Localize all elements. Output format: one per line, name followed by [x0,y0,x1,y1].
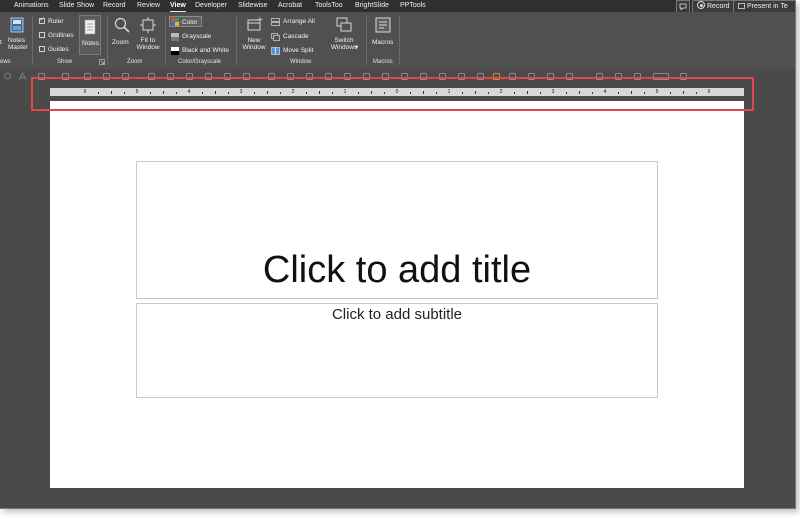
cascade-button[interactable]: Cascade [271,32,316,42]
black-and-white-button[interactable]: Black and White [169,45,232,56]
black-white-label: Black and White [182,47,229,54]
tab-record[interactable]: Record [103,0,126,12]
new-window-label-1: New [247,37,261,44]
move-split-icon [271,47,280,55]
color-group-label: Color/Grayscale [178,59,222,65]
tab-slide-show[interactable]: Slide Show [59,0,94,12]
arrange-all-label: Arrange All [283,18,315,25]
powerpoint-window: Animations Slide Show Record Review View… [0,0,796,509]
group-divider [165,15,166,65]
record-icon [697,1,705,9]
new-window-icon [247,17,263,31]
group-divider [107,15,108,65]
macros-group-label: Macros [373,59,393,65]
comment-icon [679,3,687,11]
macros-button[interactable]: Macros [370,15,396,55]
tab-animations[interactable]: Animations [14,0,49,12]
grayscale-label: Grayscale [182,33,212,40]
canvas-bottom-area [0,491,795,508]
title-placeholder[interactable]: Click to add title [136,161,658,299]
color-label: Color [182,18,198,26]
fit-window-icon [140,17,156,33]
cascade-icon [271,33,280,41]
lasso-icon[interactable] [3,72,12,81]
fit-window-label-2: Window [136,44,160,51]
macros-icon [375,17,391,33]
notes-label: Notes [82,40,99,47]
grayscale-button[interactable]: Grayscale [169,31,214,42]
tab-developer[interactable]: Developer [195,0,227,12]
ruler-checkbox[interactable] [39,16,45,24]
notes-master-label-2: Master [8,44,28,51]
switch-windows-icon [336,17,352,32]
tab-pptools[interactable]: PPTools [400,0,426,12]
group-divider [32,15,33,65]
black-white-icon [171,47,179,55]
tab-review[interactable]: Review [137,0,160,12]
color-button[interactable]: Color [169,16,202,27]
switch-windows-label-1: Switch [334,37,354,44]
guides-label: Guides [48,45,69,53]
move-split-button[interactable]: Move Split [271,46,321,56]
show-group-label: Show [57,59,73,65]
title-placeholder-text: Click to add title [262,249,532,291]
cascade-label: Cascade [283,33,309,40]
notes-icon [84,19,96,35]
window-group-label: Window [290,59,312,65]
tab-acrobat[interactable]: Acrobat [278,0,302,12]
macros-label: Macros [372,39,394,46]
group-divider [366,15,367,65]
ruler-label: Ruler [48,17,64,25]
notes-master-label-1: Notes [8,37,25,44]
switch-windows-button[interactable]: Switch Windows ▾ [326,15,362,55]
record-label: Record [707,3,730,10]
subtitle-placeholder-text: Click to add subtitle [331,306,463,323]
fit-to-window-button[interactable]: Fit to Window [135,15,161,55]
move-split-label: Move Split [283,47,314,54]
present-label: Present in Te [747,3,788,10]
notes-master-button[interactable]: Notes Master [6,15,30,57]
ruler-highlight-annotation [31,77,754,111]
arrange-all-button[interactable]: Arrange All [271,17,321,27]
gridlines-label: Gridlines [48,31,74,39]
color-swatch-icon [171,18,179,26]
ribbon-tabs: Animations Slide Show Record Review View… [0,0,795,13]
guides-checkbox[interactable] [39,46,45,52]
zoom-label: Zoom [112,39,129,46]
magnifier-icon [114,17,130,33]
grayscale-icon [171,33,179,41]
group-divider [399,15,400,65]
arrange-all-icon [271,18,280,26]
group-divider [236,15,237,65]
new-window-button[interactable]: New Window [240,15,268,55]
views-partial-label: t [0,39,2,46]
views-group-label: ews [0,59,11,65]
tab-slidewise[interactable]: Slidewise [238,0,268,12]
fit-window-label-1: Fit to [140,37,156,44]
present-icon [738,3,745,9]
subtitle-placeholder[interactable]: Click to add subtitle [136,303,658,398]
chevron-down-icon: ▾ [355,44,359,51]
tab-toolstoo[interactable]: ToolsToo [315,0,343,12]
dialog-launcher-icon[interactable] [99,59,105,65]
zoom-button[interactable]: Zoom [111,15,133,55]
notes-button[interactable]: Notes [79,15,101,55]
zoom-group-label: Zoom [127,59,143,65]
ribbon: t Notes Master ews Ruler Gridlines Guide… [0,12,795,70]
new-window-label-2: Window [242,44,266,51]
notes-master-icon [10,17,24,33]
text-format-icon[interactable] [18,72,27,81]
tab-brightslide[interactable]: BrightSlide [355,0,389,12]
gridlines-checkbox[interactable] [39,32,45,38]
tab-view[interactable]: View [170,0,186,12]
slide-canvas[interactable]: Click to add title Click to add subtitle [50,101,744,488]
